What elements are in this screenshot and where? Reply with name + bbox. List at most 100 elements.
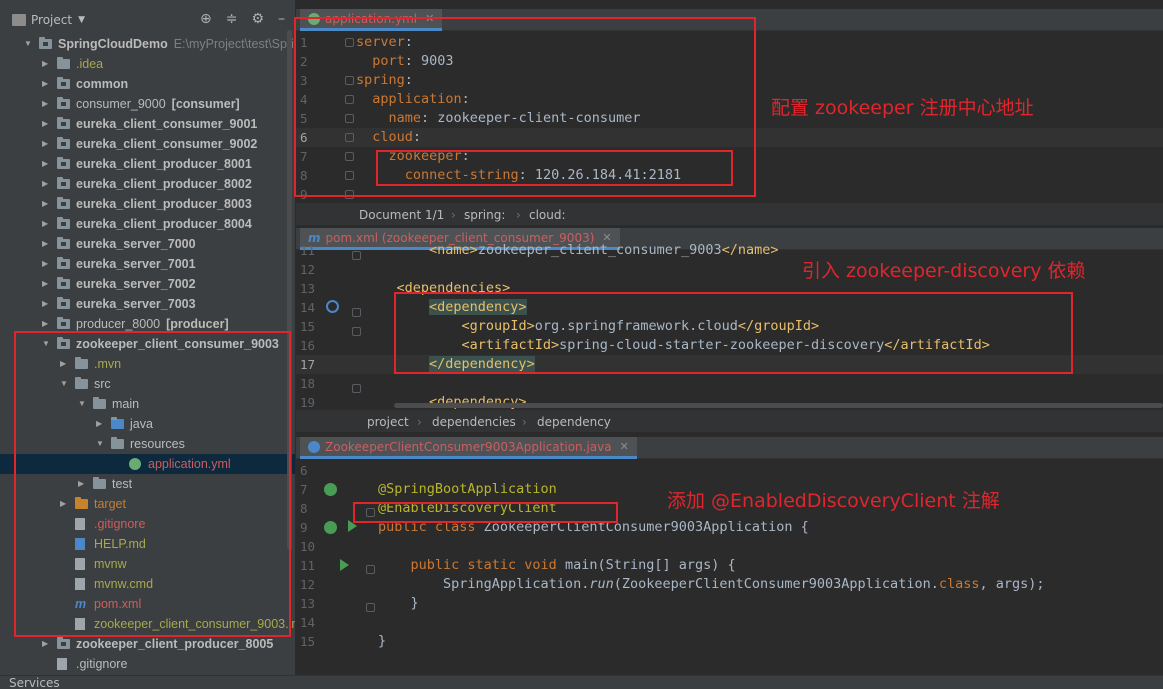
breadcrumb-item[interactable]: Document 1/1	[359, 208, 444, 222]
fold-marker-icon[interactable]	[352, 384, 361, 393]
code-line[interactable]: server:	[356, 34, 413, 50]
chevron-down-icon[interactable]: ▼	[78, 394, 88, 414]
crosshair-icon[interactable]: ⊕	[200, 11, 212, 27]
collapse-all-icon[interactable]: ≑	[226, 11, 238, 27]
code-line[interactable]: @SpringBootApplication	[378, 481, 557, 497]
chevron-right-icon[interactable]: ▶	[42, 294, 52, 314]
minimize-icon[interactable]: –	[278, 11, 285, 27]
chevron-right-icon[interactable]: ▶	[42, 134, 52, 154]
fold-marker-icon[interactable]	[345, 171, 354, 180]
chevron-right-icon[interactable]: ▶	[42, 74, 52, 94]
chevron-right-icon[interactable]: ▶	[42, 114, 52, 134]
chevron-right-icon[interactable]: ▶	[42, 154, 52, 174]
chevron-right-icon[interactable]: ▶	[42, 54, 52, 74]
code-line[interactable]: zookeeper:	[356, 148, 470, 164]
tree-item[interactable]: ▶ eureka_server_7003	[0, 294, 295, 314]
close-icon[interactable]: ✕	[620, 440, 629, 453]
code-line[interactable]: connect-string: 120.26.184.41:2181	[356, 167, 681, 183]
tree-item[interactable]: mvnw	[0, 554, 295, 574]
code-line[interactable]: public static void main(String[] args) {	[378, 557, 736, 573]
chevron-right-icon[interactable]: ▶	[42, 254, 52, 274]
tree-item[interactable]: ▶ producer_8000 [producer]	[0, 314, 295, 334]
chevron-right-icon[interactable]: ▶	[78, 474, 88, 494]
breadcrumb-item[interactable]: dependency	[537, 415, 611, 429]
fold-marker-icon[interactable]	[366, 565, 375, 574]
breadcrumb-item[interactable]: cloud:	[529, 208, 566, 222]
tree-item[interactable]: ▶ java	[0, 414, 295, 434]
tree-item[interactable]: ▶ eureka_client_consumer_9002	[0, 134, 295, 154]
code-line[interactable]: <dependencies>	[364, 280, 511, 296]
code-line[interactable]: spring:	[356, 72, 413, 88]
tree-item[interactable]: ▼ resources	[0, 434, 295, 454]
tree-item[interactable]: ▶ test	[0, 474, 295, 494]
chevron-down-icon[interactable]: ▼	[60, 374, 70, 394]
chevron-right-icon[interactable]: ▶	[42, 234, 52, 254]
fold-marker-icon[interactable]	[352, 308, 361, 317]
code-line[interactable]: <artifactId>spring-cloud-starter-zookeep…	[364, 337, 990, 353]
tree-item[interactable]: zookeeper_client_consumer_9003.iml	[0, 614, 295, 634]
tree-item[interactable]: m pom.xml	[0, 594, 295, 614]
tree-item[interactable]: ▶ eureka_client_consumer_9001	[0, 114, 295, 134]
tree-item[interactable]: ▶ .idea	[0, 54, 295, 74]
tree-item[interactable]: .gitignore	[0, 514, 295, 534]
run-icon[interactable]	[340, 559, 349, 571]
tree-item[interactable]: ▼ main	[0, 394, 295, 414]
tree-item[interactable]: application.yml	[0, 454, 295, 474]
chevron-right-icon[interactable]: ▶	[42, 214, 52, 234]
tree-item[interactable]: ▶ eureka_client_producer_8004	[0, 214, 295, 234]
chevron-right-icon[interactable]: ▶	[42, 314, 52, 334]
code-line[interactable]: }	[378, 633, 386, 649]
chevron-down-icon[interactable]: ▼	[24, 34, 34, 54]
code-line[interactable]: cloud:	[356, 129, 421, 145]
tree-item[interactable]: .gitignore	[0, 654, 295, 674]
breadcrumb-item[interactable]: dependencies	[432, 415, 516, 429]
run-icon[interactable]	[348, 520, 357, 532]
fold-marker-icon[interactable]	[352, 251, 361, 260]
tree-item[interactable]: ▶ eureka_client_producer_8003	[0, 194, 295, 214]
breadcrumb-item[interactable]: project	[367, 415, 409, 429]
fold-marker-icon[interactable]	[345, 133, 354, 142]
project-view-title[interactable]: Project	[31, 13, 72, 27]
spring-bean-gutter-icon[interactable]	[324, 483, 337, 496]
code-line[interactable]: <name>zookeeper_client_consumer_9003</na…	[364, 242, 779, 258]
code-line[interactable]: <dependency>	[364, 299, 527, 315]
tree-scrollbar[interactable]	[287, 30, 292, 550]
chevron-right-icon[interactable]: ▶	[42, 274, 52, 294]
tree-item[interactable]: ▶ eureka_client_producer_8002	[0, 174, 295, 194]
code-line[interactable]: name: zookeeper-client-consumer	[356, 110, 641, 126]
tree-item[interactable]: mvnw.cmd	[0, 574, 295, 594]
pom-horizontal-scrollbar[interactable]	[394, 403, 1163, 408]
spring-bean-gutter-icon[interactable]	[324, 521, 337, 534]
chevron-right-icon[interactable]: ▶	[60, 494, 70, 514]
fold-marker-icon[interactable]	[352, 327, 361, 336]
chevron-right-icon[interactable]: ▶	[42, 634, 52, 654]
services-tab[interactable]: Services	[9, 676, 60, 689]
fold-marker-icon[interactable]	[345, 76, 354, 85]
fold-marker-icon[interactable]	[366, 603, 375, 612]
fold-marker-icon[interactable]	[345, 152, 354, 161]
code-line[interactable]: <groupId>org.springframework.cloud</grou…	[364, 318, 820, 334]
tree-item[interactable]: ▶ consumer_9000 [consumer]	[0, 94, 295, 114]
fold-marker-icon[interactable]	[345, 190, 354, 199]
fold-marker-icon[interactable]	[345, 114, 354, 123]
chevron-down-icon[interactable]: ▼	[96, 434, 106, 454]
tree-item[interactable]: ▶ eureka_server_7002	[0, 274, 295, 294]
breadcrumb-item[interactable]: spring:	[464, 208, 505, 222]
code-line[interactable]: application:	[356, 91, 470, 107]
chevron-down-icon[interactable]: ▼	[42, 334, 52, 354]
tree-item[interactable]: HELP.md	[0, 534, 295, 554]
tree-item[interactable]: ▼ SpringCloudDemo E:\myProject\test\Sprin	[0, 34, 295, 54]
chevron-right-icon[interactable]: ▶	[42, 174, 52, 194]
chevron-down-icon[interactable]: ▼	[78, 15, 85, 25]
tree-item[interactable]: ▶ eureka_server_7000	[0, 234, 295, 254]
fold-marker-icon[interactable]	[345, 38, 354, 47]
chevron-right-icon[interactable]: ▶	[42, 94, 52, 114]
tree-item[interactable]: ▶ eureka_client_producer_8001	[0, 154, 295, 174]
code-line[interactable]: </dependency>	[364, 356, 535, 372]
code-line[interactable]: @EnableDiscoveryClient	[378, 500, 557, 516]
gear-icon[interactable]: ⚙	[251, 11, 264, 27]
tab-application-yml[interactable]: application.yml ✕	[300, 9, 443, 31]
tree-item[interactable]: ▶ eureka_server_7001	[0, 254, 295, 274]
close-icon[interactable]: ✕	[425, 12, 434, 25]
chevron-right-icon[interactable]: ▶	[96, 414, 106, 434]
